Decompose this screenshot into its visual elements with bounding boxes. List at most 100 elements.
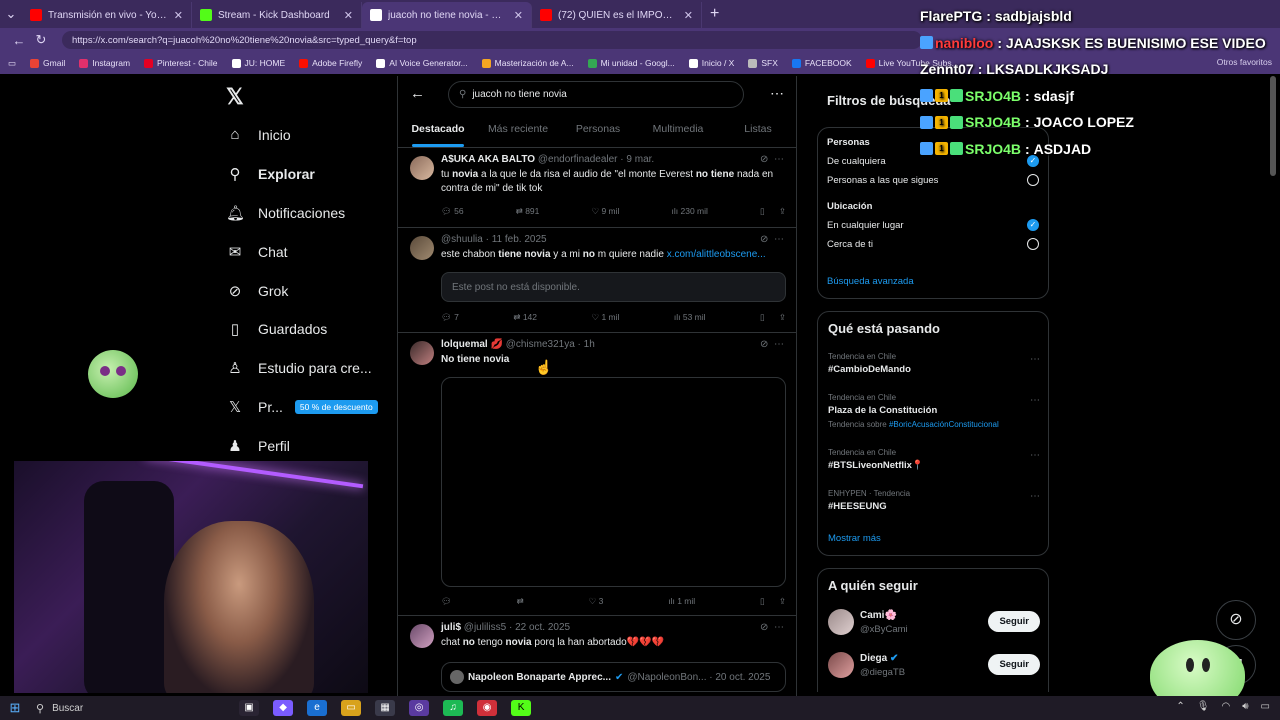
trend-item[interactable]: Tendencia en Chile #BTSLiveonNetflix📍 ⋯ [828,448,1040,471]
nav-item-explorar[interactable]: ⚲ Explorar [226,165,315,183]
close-icon[interactable]: ✕ [514,9,523,22]
post-author[interactable]: lolquemal 💋 [441,339,503,350]
back-icon[interactable]: ← [8,33,30,48]
avatar[interactable] [828,609,854,635]
post-handle[interactable]: @endorfinadealer · 9 mar. [538,154,654,165]
nav-item-perfil[interactable]: ♟ Perfil [226,437,290,455]
repost-button[interactable]: ⇄ 142 [513,312,537,323]
wifi-icon[interactable]: ◠ [1222,701,1231,712]
bookmark-item[interactable]: Inicio / X [688,58,734,68]
taskbar-search[interactable]: Buscar [52,703,232,714]
repost-button[interactable]: ⇄ 891 [516,206,540,217]
bookmark-item[interactable]: JU: HOME [231,58,285,68]
more-options-icon[interactable]: ⋯ [770,85,784,102]
close-icon[interactable]: ✕ [174,9,183,22]
bookmark-item[interactable]: Gmail [30,58,65,68]
follow-suggestion[interactable]: Diega ✔ @diegaTB Seguir [828,652,1040,682]
notification-icon[interactable]: ▭ [1261,701,1270,712]
premium-discount-badge[interactable]: 50 % de descuento [294,400,378,414]
chevron-up-icon[interactable]: ⌃ [1176,701,1184,712]
nav-item-inicio[interactable]: ⌂ Inicio [226,126,290,143]
browser-tab[interactable]: juacoh no tiene novia - Buscar / X ✕ [362,2,532,28]
radio-checked-icon[interactable]: ✓ [1027,219,1039,231]
nav-item-estudio-para-cre[interactable]: ♙ Estudio para cre... [226,359,371,377]
tab-personas[interactable]: Personas [558,114,638,147]
chrome-icon[interactable]: ◉ [477,700,498,716]
scrollbar[interactable] [1270,76,1276,176]
like-button[interactable]: ♡ 9 mil [591,206,619,217]
trend-item[interactable]: Tendencia en Chile Plaza de la Constituci… [828,393,1040,429]
tab-listas[interactable]: Listas [718,114,796,147]
microphone-icon[interactable]: 🎙︎ [1197,701,1210,712]
post-media[interactable] [441,377,786,587]
search-icon[interactable]: ⚲ [36,702,44,715]
post-handle[interactable]: @juliliss5 · 22 oct. 2025 [464,622,570,633]
x-logo[interactable]: 𝕏 [226,84,244,110]
bookmark-item[interactable]: SFX [748,58,778,68]
bookmark-item[interactable]: AI Voice Generator... [376,58,468,68]
grok-icon[interactable]: ⊘ [760,339,768,350]
grok-floating-icon[interactable]: ⊘ [1216,600,1256,640]
post-link[interactable]: x.com/alittleobscene... [667,249,766,260]
bookmark-item[interactable]: Adobe Firefly [299,58,362,68]
bookmarks-icon[interactable]: ▭ [8,58,16,69]
views-button[interactable]: ılı 53 mil [674,312,706,323]
grok-icon[interactable]: ⊘ [760,234,768,245]
filter-option-near-you[interactable]: Cerca de ti [827,238,1039,250]
more-icon[interactable]: ⋯ [774,339,784,350]
more-icon[interactable]: ⋯ [1030,491,1040,502]
trend-item[interactable]: ENHYPEN · Tendencia #HEESEUNG ⋯ [828,489,1040,512]
grok-icon[interactable]: ⊘ [760,622,768,633]
follow-button[interactable]: Seguir [988,654,1040,675]
close-icon[interactable]: ✕ [344,9,353,22]
bookmark-button[interactable]: ▯ ⇪ [760,206,786,217]
nav-item-chat[interactable]: ✉ Chat [226,243,288,261]
reply-button[interactable]: 💬︎ [441,596,452,607]
show-more-link[interactable]: Mostrar más [828,533,881,544]
reply-button[interactable]: 💬︎ 56 [441,206,464,217]
trend-item[interactable]: Tendencia en Chile #CambioDeMando ⋯ [828,352,1040,375]
more-icon[interactable]: ⋯ [774,234,784,245]
more-icon[interactable]: ⋯ [774,154,784,165]
follow-suggestion[interactable]: Cami🌸 @xByCami Seguir [828,609,1040,639]
bookmark-button[interactable]: ▯ ⇪ [760,596,786,607]
quoted-post[interactable]: Napoleon Bonaparte Apprec... ✔ @Napoleon… [441,662,786,692]
radio-icon[interactable] [1027,174,1039,186]
bookmark-item[interactable]: Pinterest - Chile [144,58,218,68]
post-author[interactable]: juli$ [441,622,461,633]
browser-tab[interactable]: (72) QUIÉN es el IMPOSTOR en Mi ✕ [532,2,702,28]
windows-start-icon[interactable]: ⊞ [0,700,30,716]
follow-button[interactable]: Seguir [988,611,1040,632]
more-icon[interactable]: ⋯ [1030,395,1040,406]
post[interactable]: lolquemal 💋 @chisme321ya · 1h ⊘ ⋯ No tie… [398,333,796,616]
url-field[interactable]: https://x.com/search?q=juacoh%20no%20tie… [62,31,922,49]
task-view-icon[interactable]: ▣ [239,700,260,716]
advanced-search-link[interactable]: Búsqueda avanzada [827,276,914,287]
reload-icon[interactable]: ↻ [30,32,52,48]
more-icon[interactable]: ⋯ [774,622,784,633]
tab-list-icon[interactable]: ⌄ [0,6,22,22]
nav-item-pr[interactable]: 𝕏 Pr... 50 % de descuento [226,398,378,416]
back-arrow-icon[interactable]: ← [410,85,425,102]
close-icon[interactable]: ✕ [684,9,693,22]
bookmark-item[interactable]: Masterización de A... [481,58,574,68]
more-icon[interactable]: ⋯ [1030,450,1040,461]
avatar[interactable] [410,236,434,260]
store-icon[interactable]: ▦ [375,700,396,716]
nav-item-guardados[interactable]: ▯ Guardados [226,320,327,338]
bookmark-item[interactable]: Mi unidad - Googl... [587,58,675,68]
nav-item-grok[interactable]: ⊘ Grok [226,282,289,300]
grok-icon[interactable]: ⊘ [760,154,768,165]
bookmark-button[interactable]: ▯ ⇪ [760,312,786,323]
tab-destacado[interactable]: Destacado [398,114,478,147]
post-author[interactable]: A$UKA AKA BALTO [441,154,535,165]
post[interactable]: @shuulia · 11 feb. 2025 ⊘ ⋯ este chabon … [398,228,796,333]
avatar[interactable] [410,156,434,180]
avatar[interactable] [828,652,854,678]
like-button[interactable]: ♡ 3 [589,596,604,607]
nav-item-notificaciones[interactable]: 🔔︎ Notificaciones [226,204,345,222]
filter-option-anywhere[interactable]: En cualquier lugar ✓ [827,219,1039,231]
bookmark-item[interactable]: FACEBOOK [791,58,852,68]
tab-más-reciente[interactable]: Más reciente [478,114,558,147]
avatar[interactable] [410,624,434,648]
